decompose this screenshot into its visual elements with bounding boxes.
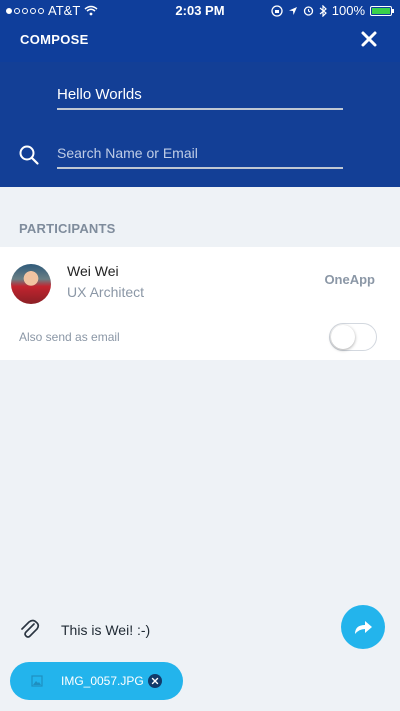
participant-name: Wei Wei	[67, 263, 119, 279]
attachment-chip[interactable]: IMG_0057.JPG	[10, 662, 183, 700]
remove-icon	[151, 677, 159, 685]
subject-input[interactable]: Hello Worlds	[57, 86, 343, 110]
image-icon	[31, 675, 43, 687]
message-input[interactable]: This is Wei! :-)	[61, 622, 150, 638]
compose-header: Hello Worlds Search Name or Email	[0, 62, 400, 187]
remove-attachment-button[interactable]	[148, 674, 162, 688]
send-button[interactable]	[341, 605, 385, 649]
bluetooth-icon	[319, 4, 327, 17]
participants-heading: PARTICIPANTS	[19, 221, 116, 236]
participant-role: UX Architect	[67, 284, 145, 300]
battery-icon	[370, 5, 394, 16]
status-bar: AT&T 2:03 PM 100%	[0, 0, 400, 20]
search-icon	[19, 145, 39, 165]
attachment-filename: IMG_0057.JPG	[61, 674, 144, 688]
send-icon	[355, 621, 372, 634]
page-title: COMPOSE	[20, 32, 89, 47]
also-send-toggle[interactable]	[329, 323, 377, 351]
paperclip-icon[interactable]	[18, 618, 40, 640]
search-input[interactable]: Search Name or Email	[57, 145, 343, 169]
rotation-lock-icon	[271, 4, 283, 17]
participant-card: Wei Wei UX Architect OneApp Also send as…	[0, 247, 400, 360]
status-right: 100%	[271, 3, 394, 18]
participant-app: OneApp	[324, 272, 375, 287]
battery-percent: 100%	[331, 3, 365, 18]
location-icon	[288, 6, 297, 15]
title-bar: COMPOSE	[0, 20, 400, 62]
alarm-icon	[303, 6, 313, 16]
toggle-knob	[331, 325, 355, 349]
close-icon[interactable]	[358, 28, 380, 50]
also-send-label: Also send as email	[19, 330, 120, 344]
avatar	[11, 264, 51, 304]
